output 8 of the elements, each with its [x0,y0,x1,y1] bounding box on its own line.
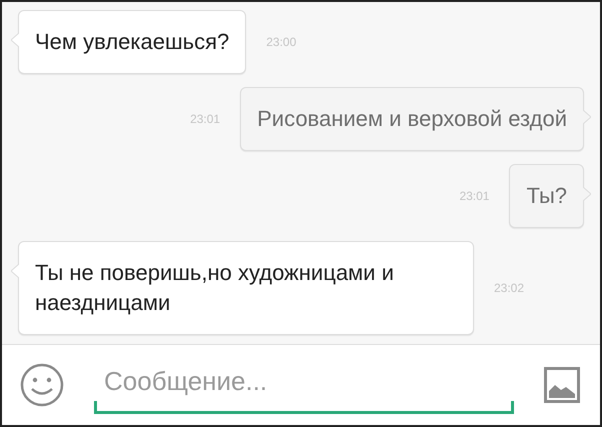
message-field[interactable]: Сообщение... [94,366,514,414]
image-icon[interactable] [544,367,580,403]
bubble-tail [11,33,19,47]
bubble-tail [583,110,591,124]
bubble-tail [11,264,19,278]
bubble-tail [583,187,591,201]
emoji-icon[interactable] [20,363,64,407]
message-input[interactable]: Сообщение... [94,366,514,397]
